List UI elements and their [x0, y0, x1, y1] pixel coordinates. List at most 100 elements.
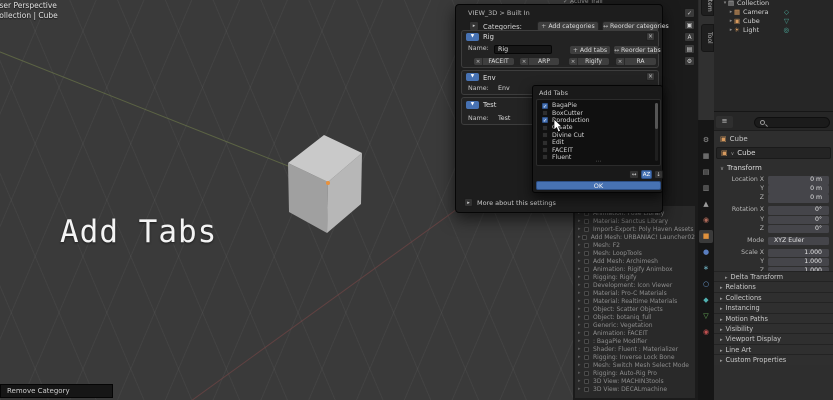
addon-checkbox[interactable]: [584, 347, 589, 352]
reorder-icon[interactable]: ↔: [629, 170, 639, 179]
ok-button[interactable]: OK: [536, 181, 661, 190]
env-dropdown-button[interactable]: ▼: [466, 73, 479, 81]
npanel-tab-item[interactable]: Item: [701, 0, 714, 16]
panel-viewport-display[interactable]: ▸Viewport Display: [714, 333, 833, 343]
add-tabs-button[interactable]: +Add tabs: [569, 45, 611, 55]
addon-list-item[interactable]: ▸Development: Icon Viewer: [578, 281, 695, 289]
addon-checkbox[interactable]: [584, 267, 589, 272]
addon-checkbox[interactable]: [584, 219, 589, 224]
value-field[interactable]: XYZ Euler: [768, 237, 829, 246]
rig-tab-chip[interactable]: ×FACEIT: [473, 57, 515, 66]
addon-checkbox[interactable]: [584, 323, 589, 328]
addon-list-item[interactable]: ▸Generic: Vegetation: [578, 321, 695, 329]
value-field[interactable]: 0 m: [768, 185, 829, 194]
close-icon[interactable]: ×: [569, 58, 578, 65]
addon-checkbox[interactable]: [584, 355, 589, 360]
close-icon[interactable]: ×: [520, 58, 529, 65]
tab-checkbox[interactable]: [542, 110, 548, 116]
addon-checkbox[interactable]: [584, 259, 589, 264]
tool-tab-icon[interactable]: ⚙: [699, 134, 713, 147]
search-input[interactable]: [754, 117, 830, 128]
value-field[interactable]: 1.000: [768, 249, 829, 258]
rig-tab-chip[interactable]: ×RA: [615, 57, 657, 66]
addon-checkbox[interactable]: [584, 283, 589, 288]
addon-list-item[interactable]: ▸Material: Pro-C Materials: [578, 289, 695, 297]
env-close-button[interactable]: ×: [646, 72, 655, 81]
addon-list-item[interactable]: ▸Object: Scatter Objects: [578, 305, 695, 313]
rig-close-button[interactable]: ×: [646, 32, 655, 41]
editor-type-button[interactable]: ≡: [716, 116, 733, 128]
addon-checkbox[interactable]: [584, 315, 589, 320]
scrollbar-thumb[interactable]: [655, 103, 658, 129]
value-field[interactable]: 0°: [768, 206, 829, 215]
addon-checkbox[interactable]: [584, 291, 589, 296]
panel-delta-transform[interactable]: ▸Delta Transform: [714, 271, 833, 281]
add-tabs-list-item[interactable]: Edit: [542, 139, 660, 146]
addon-list-item[interactable]: ▸Animation: Rigify Animbox: [578, 265, 695, 273]
particles-tab-icon[interactable]: ∗: [699, 262, 713, 275]
addon-checkbox[interactable]: [584, 299, 589, 304]
panel-instancing[interactable]: ▸Instancing: [714, 302, 833, 312]
addon-checkbox[interactable]: [584, 243, 589, 248]
value-field[interactable]: 0 m: [768, 194, 829, 203]
panel-motion-paths[interactable]: ▸Motion Paths: [714, 313, 833, 323]
panel-line-art[interactable]: ▸Line Art: [714, 344, 833, 354]
light-data-icon[interactable]: ◎: [783, 26, 789, 34]
tab-checkbox[interactable]: [542, 132, 548, 138]
manual-icon[interactable]: ▤: [684, 44, 695, 54]
rig-dropdown-button[interactable]: ▼: [466, 33, 479, 41]
duplicate-icon[interactable]: ▣: [684, 20, 695, 30]
addon-list-item[interactable]: ▸Animation: FACEIT: [578, 329, 695, 337]
panel-custom-properties[interactable]: ▸Custom Properties: [714, 354, 833, 364]
scene-tab-icon[interactable]: ▲: [699, 198, 713, 211]
tab-checkbox[interactable]: [542, 125, 548, 131]
gear-icon[interactable]: ⚙: [684, 56, 695, 66]
addon-list-item[interactable]: ▸Rigging: Rigify: [578, 273, 695, 281]
addon-checkbox[interactable]: [582, 235, 586, 240]
sort-down-icon[interactable]: ↓: [654, 170, 663, 179]
addon-checkbox[interactable]: [584, 275, 589, 280]
test-name-value[interactable]: Test: [498, 115, 510, 122]
reorder-tabs-button[interactable]: ↔Reorder tabs: [613, 45, 659, 55]
addon-checkbox[interactable]: [584, 339, 589, 344]
viewlayer-tab-icon[interactable]: ▥: [699, 182, 713, 195]
addon-checkbox[interactable]: [584, 371, 589, 376]
addon-list-item[interactable]: ▸: BagaPie Modifier: [578, 337, 695, 345]
addon-list-item[interactable]: ▸Add Mesh: URBANIAC! Launcher02: [578, 233, 695, 241]
font-icon[interactable]: A: [684, 32, 695, 42]
rig-tab-chip[interactable]: ×ARP: [519, 57, 560, 66]
addon-checkbox[interactable]: [584, 307, 589, 312]
addon-list-item[interactable]: ▸Material: Realtime Materials: [578, 297, 695, 305]
add-tabs-list-item[interactable]: ✓BagaPie: [542, 102, 660, 109]
env-name-value[interactable]: Env: [498, 85, 510, 92]
test-dropdown-button[interactable]: ▼: [466, 101, 479, 109]
render-tab-icon[interactable]: ▦: [699, 150, 713, 163]
object-tab-icon[interactable]: ■: [699, 230, 713, 243]
check-icon[interactable]: ✓: [684, 8, 695, 18]
addon-list-item[interactable]: ▸Mesh: Switch Mesh Select Mode: [578, 361, 695, 369]
world-tab-icon[interactable]: ◉: [699, 214, 713, 227]
object-name-field[interactable]: ▣∨Cube: [716, 147, 831, 159]
rig-name-input[interactable]: Rig: [494, 45, 552, 54]
addon-list-item[interactable]: ▸Shader: Fluent : Materializer: [578, 345, 695, 353]
outliner-collection-row[interactable]: ▾ ▤ Collection: [714, 0, 833, 7]
outliner-item-cube[interactable]: ▸▣Cube▽: [728, 16, 833, 25]
tab-checkbox[interactable]: ✓: [542, 103, 548, 109]
addon-checkbox[interactable]: [584, 227, 589, 232]
more-settings-expand-button[interactable]: ▸: [464, 198, 473, 207]
rig-tab-chip[interactable]: ×Rigify: [568, 57, 610, 66]
tab-checkbox[interactable]: [542, 140, 548, 146]
addon-list-item[interactable]: ▸Import-Export: Poly Haven Assets: [578, 225, 695, 233]
panel-visibility[interactable]: ▸Visibility: [714, 323, 833, 333]
value-field[interactable]: 0°: [768, 216, 829, 225]
addon-list-item[interactable]: ▸Material: Sanctus Library: [578, 217, 695, 225]
addon-list-item[interactable]: ▸3D View: DECALmachine: [578, 385, 695, 393]
addon-checkbox[interactable]: [584, 251, 589, 256]
camera-data-icon[interactable]: ◇: [784, 8, 789, 16]
physics-tab-icon[interactable]: ○: [699, 278, 713, 291]
addon-checkbox[interactable]: [584, 363, 589, 368]
sort-alpha-icon[interactable]: AZ: [641, 170, 652, 179]
tab-checkbox[interactable]: [542, 147, 548, 153]
panel-relations[interactable]: ▸Relations: [714, 281, 833, 291]
value-field[interactable]: 1.000: [768, 258, 829, 267]
